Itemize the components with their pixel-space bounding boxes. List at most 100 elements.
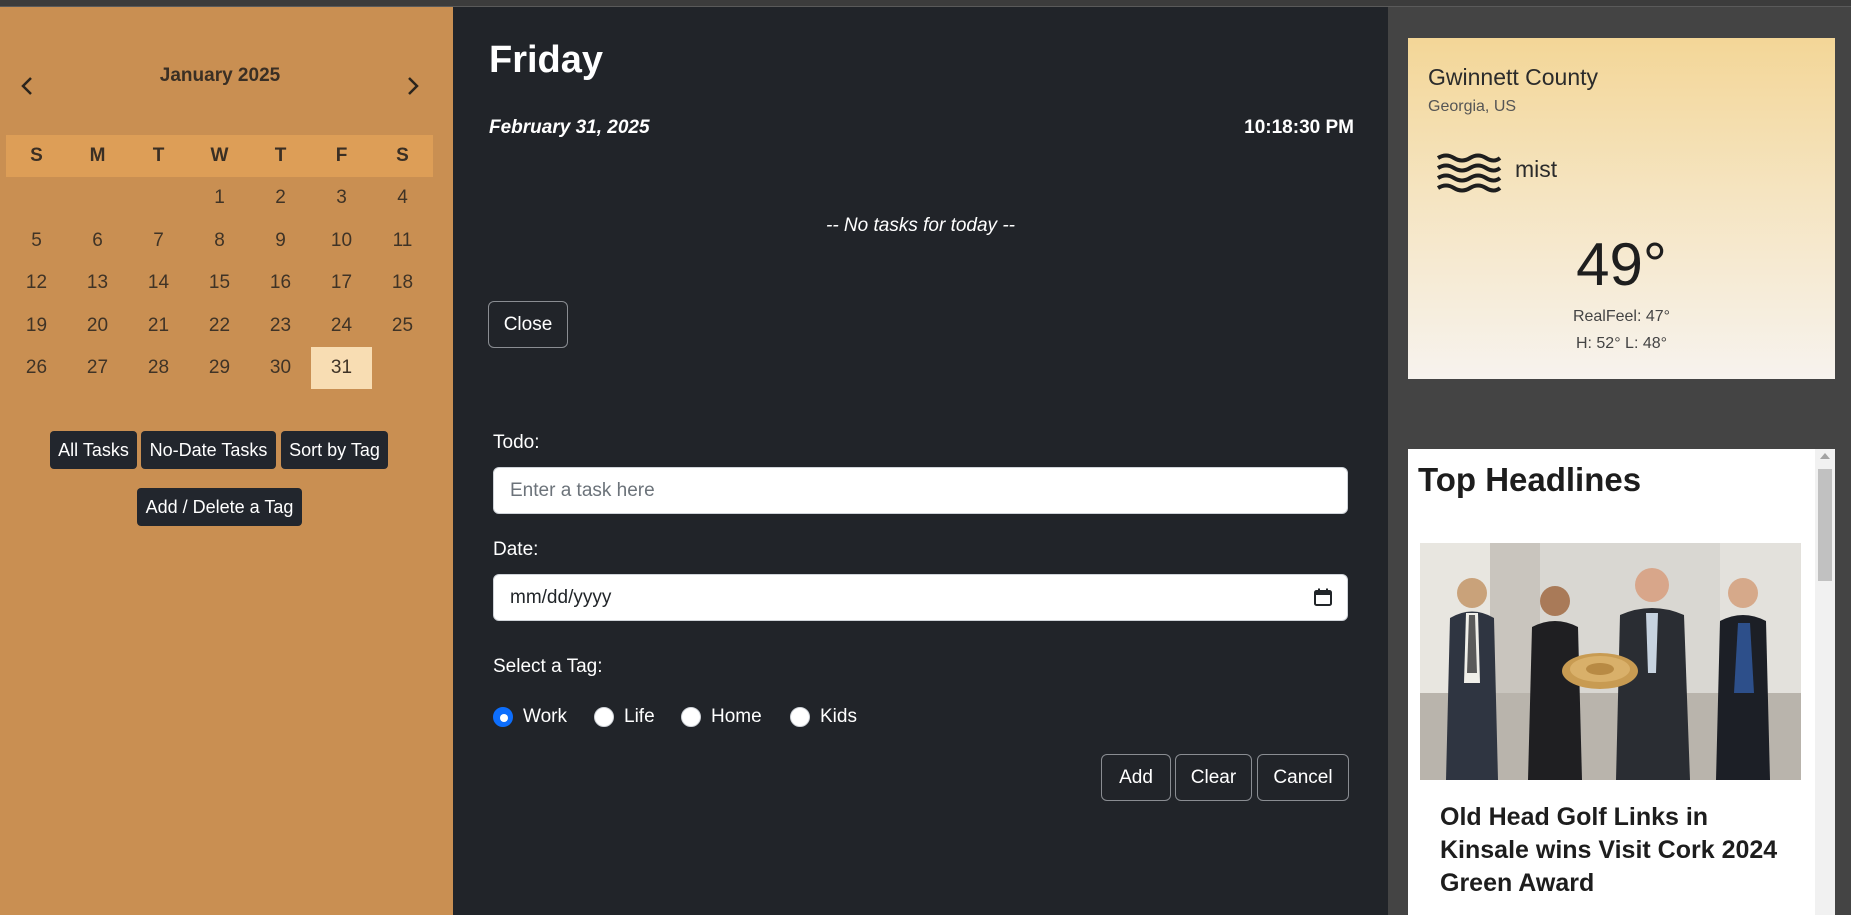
weather-card: Gwinnett County Georgia, US mist 49° Rea… — [1408, 38, 1835, 379]
weekday-header: T — [152, 145, 165, 166]
weekday-header: M — [89, 145, 106, 166]
calendar-empty-cell — [67, 177, 128, 220]
weekday-header: S — [396, 145, 409, 166]
calendar-day-3[interactable]: 3 — [311, 177, 372, 220]
date-label: Date: — [493, 539, 539, 560]
calendar-weeks: 1 2 3 4 5 6 7 8 9 10 11 12 13 14 15 16 17 18 19 20 21 22 23 24 2… — [6, 177, 433, 390]
scrollbar-thumb[interactable] — [1818, 469, 1832, 581]
next-month-button[interactable] — [400, 69, 424, 103]
tag-radio-home[interactable]: Home — [681, 704, 762, 730]
todo-input[interactable]: Enter a task here — [493, 467, 1348, 514]
calendar-day-12[interactable]: 12 — [6, 262, 67, 305]
calendar-day-28[interactable]: 28 — [128, 347, 189, 390]
calendar-day-6[interactable]: 6 — [67, 220, 128, 263]
calendar-day-21[interactable]: 21 — [128, 305, 189, 348]
calendar-day-26[interactable]: 26 — [6, 347, 67, 390]
add-button[interactable]: Add — [1101, 754, 1171, 801]
cancel-button[interactable]: Cancel — [1257, 754, 1349, 801]
calendar-empty-cell — [372, 347, 433, 390]
weather-realfeel: RealFeel: 47° — [1572, 308, 1671, 325]
calendar-day-8[interactable]: 8 — [189, 220, 250, 263]
radio-circle[interactable] — [790, 707, 810, 727]
calendar-day-13[interactable]: 13 — [67, 262, 128, 305]
calendar-day-19[interactable]: 19 — [6, 305, 67, 348]
news-headline-link[interactable]: Old Head Golf Links in Kinsale wins Visi… — [1440, 801, 1795, 900]
calendar-day-17[interactable]: 17 — [311, 262, 372, 305]
radio-label: Work — [523, 706, 567, 727]
news-article-photo[interactable] — [1420, 543, 1801, 780]
no-date-tasks-button[interactable]: No-Date Tasks — [141, 431, 276, 469]
calendar-month-title: January 2025 — [159, 65, 281, 86]
scroll-up-arrow-icon[interactable] — [1820, 453, 1830, 459]
calendar-day-24[interactable]: 24 — [311, 305, 372, 348]
weather-region: Georgia, US — [1428, 98, 1517, 115]
weather-condition: mist — [1515, 156, 1558, 182]
calendar-day-14[interactable]: 14 — [128, 262, 189, 305]
calendar-empty-cell — [128, 177, 189, 220]
day-view-pane: Friday February 31, 2025 10:18:30 PM -- … — [453, 7, 1388, 915]
calendar-week-row: 1234 — [6, 177, 433, 220]
current-time: 10:18:30 PM — [1244, 117, 1354, 138]
weekday-header: F — [335, 145, 348, 166]
tag-radio-life[interactable]: Life — [594, 704, 655, 730]
mist-icon — [1436, 153, 1502, 193]
empty-tasks-message: -- No tasks for today -- — [826, 215, 1015, 236]
calendar-day-2[interactable]: 2 — [250, 177, 311, 220]
weekday-header: S — [30, 145, 43, 166]
weather-high-low: H: 52° L: 48° — [1575, 335, 1668, 352]
tag-label: Select a Tag: — [493, 656, 603, 677]
radio-label: Life — [624, 706, 655, 727]
weather-temperature: 49° — [1576, 231, 1667, 298]
weekday-header: T — [274, 145, 287, 166]
calendar-day-23[interactable]: 23 — [250, 305, 311, 348]
calendar-picker-icon[interactable] — [1313, 587, 1333, 607]
clear-button[interactable]: Clear — [1175, 754, 1252, 801]
calendar-day-10[interactable]: 10 — [311, 220, 372, 263]
add-delete-tag-button[interactable]: Add / Delete a Tag — [137, 488, 302, 526]
calendar-pane: January 2025 S M T W T F S 1 2 3 4 5 6 7 8 9 10 11… — [0, 7, 453, 915]
weather-city: Gwinnett County — [1428, 64, 1599, 90]
tag-radio-kids[interactable]: Kids — [790, 704, 857, 730]
calendar-grid: S M T W T F S 1 2 3 4 5 6 7 8 9 10 11 12 13 14 15 16 17 1… — [6, 135, 433, 390]
close-button[interactable]: Close — [488, 301, 568, 348]
calendar-day-11[interactable]: 11 — [372, 220, 433, 263]
calendar-day-20[interactable]: 20 — [67, 305, 128, 348]
calendar-day-7[interactable]: 7 — [128, 220, 189, 263]
tag-radio-work[interactable]: Work — [493, 704, 567, 730]
chevron-right-icon — [408, 77, 419, 95]
date-input[interactable]: mm/dd/yyyy — [493, 574, 1348, 621]
selected-date: February 31, 2025 — [489, 117, 650, 138]
radio-circle[interactable] — [493, 707, 513, 727]
todo-label: Todo: — [493, 432, 540, 453]
radio-label: Kids — [820, 706, 857, 727]
radio-circle[interactable] — [594, 707, 614, 727]
news-scrollbar[interactable] — [1815, 449, 1835, 915]
calendar-day-27[interactable]: 27 — [67, 347, 128, 390]
calendar-day-30[interactable]: 30 — [250, 347, 311, 390]
calendar-day-25[interactable]: 25 — [372, 305, 433, 348]
calendar-day-31[interactable]: 31 — [311, 347, 372, 389]
weekday-header-row: S M T W T F S — [6, 135, 433, 177]
radio-circle[interactable] — [681, 707, 701, 727]
calendar-empty-cell — [6, 177, 67, 220]
calendar-day-9[interactable]: 9 — [250, 220, 311, 263]
sort-by-tag-button[interactable]: Sort by Tag — [281, 431, 388, 469]
calendar-week-row: 5 6 7 8 9 10 11 — [6, 220, 433, 263]
radio-label: Home — [711, 706, 762, 727]
day-name-title: Friday — [489, 39, 604, 81]
browser-top-bar — [0, 0, 1851, 7]
calendar-week-row: 19 20 21 22 23 24 25 — [6, 305, 433, 348]
calendar-day-16[interactable]: 16 — [250, 262, 311, 305]
calendar-day-29[interactable]: 29 — [189, 347, 250, 390]
calendar-day-4[interactable]: 4 — [372, 177, 433, 220]
calendar-day-15[interactable]: 15 — [189, 262, 250, 305]
news-panel[interactable]: Top Headlines Old Head Golf Links in Kin… — [1408, 449, 1835, 915]
todo-placeholder: Enter a task here — [510, 480, 655, 501]
calendar-week-row: 26 27 28 29 30 31 — [6, 347, 433, 390]
calendar-day-22[interactable]: 22 — [189, 305, 250, 348]
all-tasks-button[interactable]: All Tasks — [50, 431, 137, 469]
calendar-day-5[interactable]: 5 — [6, 220, 67, 263]
weekday-header: W — [210, 145, 229, 166]
calendar-day-1[interactable]: 1 — [189, 177, 250, 220]
calendar-day-18[interactable]: 18 — [372, 262, 433, 305]
